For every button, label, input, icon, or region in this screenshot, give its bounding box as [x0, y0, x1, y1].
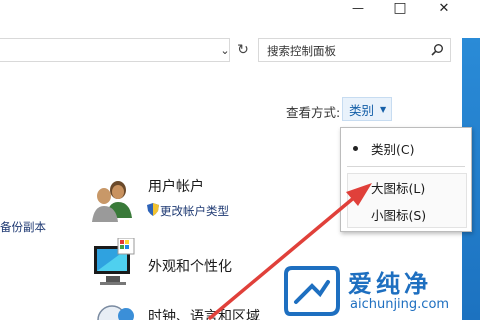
search-placeholder: 搜索控制面板: [267, 44, 336, 58]
watermark: 爱纯净 aichunjing.com: [282, 264, 462, 320]
search-icon[interactable]: [430, 43, 444, 57]
category-appearance[interactable]: 外观和个性化: [148, 256, 232, 276]
change-account-type-link[interactable]: 更改帐户类型: [160, 203, 229, 219]
minimize-button[interactable]: —: [340, 0, 376, 16]
shield-icon: [147, 203, 159, 216]
refresh-icon: ↻: [237, 42, 249, 58]
chevron-down-icon: ⌄: [220, 43, 230, 57]
close-icon: ✕: [438, 0, 450, 16]
search-input[interactable]: 搜索控制面板: [258, 38, 451, 62]
view-by-value: 类别: [349, 102, 375, 118]
close-button[interactable]: ✕: [426, 0, 462, 16]
menu-item-category[interactable]: 类别(C): [371, 139, 414, 158]
selected-bullet-icon: [353, 146, 358, 151]
clock-icon[interactable]: [96, 300, 136, 320]
category-clock-language-region[interactable]: 时钟、语言和区域: [148, 306, 260, 320]
view-by-dropdown[interactable]: 类别 ▼: [342, 97, 392, 121]
view-by-menu: 类别(C) 大图标(L) 小图标(S): [340, 127, 472, 232]
backup-link[interactable]: 备份副本: [0, 219, 46, 235]
menu-separator: [347, 166, 465, 167]
category-user-accounts[interactable]: 用户帐户: [148, 176, 204, 196]
view-by-label: 查看方式:: [286, 105, 341, 120]
brand-logo-icon: [284, 266, 340, 316]
caret-down-icon: ▼: [380, 104, 387, 114]
refresh-button[interactable]: ↻: [234, 38, 252, 62]
minimize-icon: —: [352, 1, 364, 15]
restore-icon: □: [393, 0, 407, 16]
address-bar[interactable]: [0, 38, 230, 62]
menu-item-large-icons[interactable]: 大图标(L): [371, 178, 425, 197]
address-dropdown-button[interactable]: ⌄: [218, 42, 232, 58]
restore-button[interactable]: □: [382, 0, 418, 16]
users-icon[interactable]: [92, 178, 134, 224]
brand-name-cn: 爱纯净: [348, 270, 432, 298]
display-icon[interactable]: [92, 238, 136, 286]
control-panel-window: — □ ✕ ⌄ ↻ 搜索控制面板 查看方式: 类别 ▼ 类别(C) 大图标(L)…: [0, 0, 480, 320]
menu-item-small-icons[interactable]: 小图标(S): [371, 205, 426, 224]
brand-name-en: aichunjing.com: [350, 297, 450, 312]
